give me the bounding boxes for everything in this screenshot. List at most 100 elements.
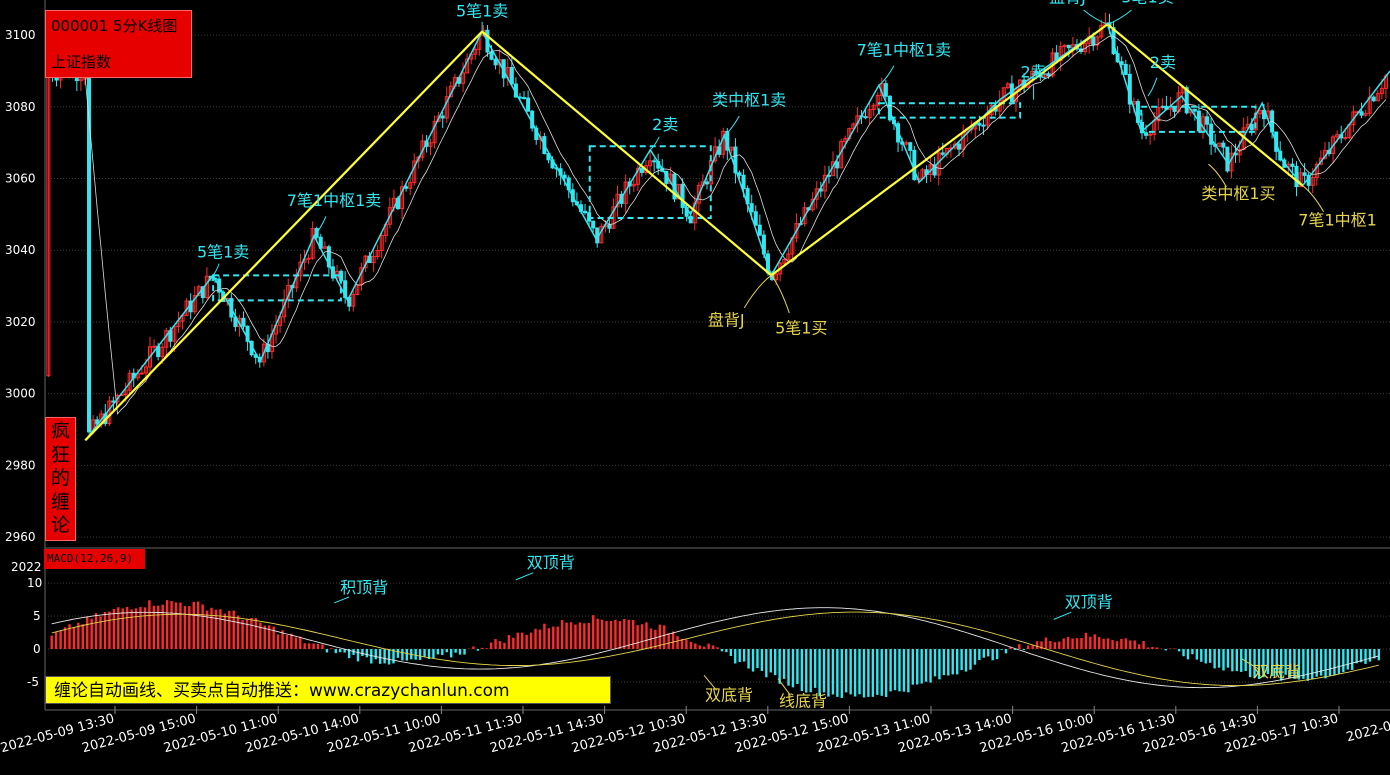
macd-histogram-bar xyxy=(938,649,941,680)
macd-histogram-bar xyxy=(196,601,200,650)
annotation-label: 5笔1卖 xyxy=(456,2,508,21)
macd-histogram-bar xyxy=(787,649,790,686)
candle-body xyxy=(957,143,962,150)
macd-histogram-bar xyxy=(241,620,244,650)
macd-histogram-bar xyxy=(414,649,417,660)
candle-body xyxy=(1221,142,1226,148)
macd-histogram-bar xyxy=(1213,649,1216,669)
macd-histogram-bar xyxy=(1071,638,1074,650)
macd-histogram-bar xyxy=(898,649,901,692)
macd-histogram-bar xyxy=(223,613,227,650)
macd-histogram-bar xyxy=(1186,649,1190,660)
macd-histogram-bar xyxy=(796,649,799,684)
macd-histogram-bar xyxy=(294,637,298,650)
side-logo-label: 疯狂的缠论 xyxy=(45,417,76,541)
macd-tick-label: 5 xyxy=(33,609,41,623)
macd-histogram-bar xyxy=(401,649,404,661)
candle-body xyxy=(1091,36,1096,46)
macd-histogram-bar xyxy=(1342,649,1345,673)
macd-histogram-bar xyxy=(1000,649,1003,650)
macd-histogram-bar xyxy=(165,600,169,650)
candle-body xyxy=(863,116,868,119)
macd-histogram-bar xyxy=(760,649,764,671)
macd-histogram-bar xyxy=(765,649,768,678)
macd-histogram-bar xyxy=(556,626,559,650)
candle-body xyxy=(241,317,246,327)
macd-histogram-bar xyxy=(378,649,382,664)
macd-histogram-bar xyxy=(1173,648,1176,650)
macd-histogram-bar xyxy=(1204,649,1207,664)
macd-annotation-label: 双顶背 xyxy=(1065,592,1113,611)
candle-body xyxy=(1359,111,1364,116)
candle-body xyxy=(737,172,742,176)
macd-histogram-bar xyxy=(1195,649,1199,660)
annotation-label: 7笔1中枢1卖 xyxy=(287,191,382,210)
macd-histogram-bar xyxy=(729,649,733,657)
macd-histogram-bar xyxy=(489,642,493,650)
macd-histogram-bar xyxy=(1084,632,1088,650)
macd-histogram-bar xyxy=(1080,638,1083,650)
macd-histogram-bar xyxy=(449,649,453,658)
macd-histogram-bar xyxy=(59,630,62,650)
macd-histogram-bar xyxy=(876,649,879,695)
annotation-label: 2卖 xyxy=(652,115,678,134)
annotation-label: 类中枢1卖 xyxy=(712,90,786,109)
macd-histogram-bar xyxy=(387,649,391,665)
macd-histogram-bar xyxy=(867,649,870,697)
macd-histogram-bar xyxy=(1075,638,1079,650)
macd-annotation-label: 双底背 xyxy=(705,685,753,704)
macd-histogram-bar xyxy=(498,641,502,650)
macd-histogram-bar xyxy=(964,649,968,672)
annotation-label: 7笔1中枢1 xyxy=(1298,211,1377,230)
macd-histogram-bar xyxy=(1137,644,1141,650)
macd-histogram-bar xyxy=(272,626,275,650)
macd-histogram-bar xyxy=(805,649,808,693)
macd-histogram-bar xyxy=(858,649,861,695)
macd-histogram-bar xyxy=(472,646,475,650)
macd-histogram-bar xyxy=(667,633,670,650)
chart-window: 3100 3080 3060 3040 3020 3000 2980 2960 10 5 0 -5 20… xyxy=(0,0,1390,775)
macd-histogram-bar xyxy=(148,600,151,650)
macd-histogram-bar xyxy=(929,649,932,683)
macd-histogram-bar xyxy=(72,627,76,650)
annotation-arrow xyxy=(1107,9,1132,25)
candle-body xyxy=(440,115,445,119)
macd-histogram-bar xyxy=(1089,636,1092,650)
macd-histogram-bar xyxy=(259,622,262,650)
candle-body xyxy=(1066,44,1071,49)
macd-histogram-bar xyxy=(405,649,409,661)
macd-histogram-bar xyxy=(436,649,440,655)
macd-histogram-bar xyxy=(960,649,963,671)
candle-body xyxy=(1225,146,1230,172)
macd-histogram-bar xyxy=(210,607,213,650)
macd-histogram-bar xyxy=(725,649,728,653)
macd-histogram-bar xyxy=(636,625,639,650)
candle-body xyxy=(489,51,494,60)
promo-banner[interactable]: 缠论自动画线、买卖点自动推送：www.crazychanlun.com xyxy=(45,676,611,704)
macd-histogram-bar xyxy=(1235,649,1239,672)
macd-histogram-bar xyxy=(236,615,240,650)
macd-histogram-bar xyxy=(889,649,892,692)
macd-histogram-bar xyxy=(702,646,706,650)
macd-histogram-bar xyxy=(63,627,67,650)
macd-histogram-bar xyxy=(1231,649,1234,672)
macd-histogram-bar xyxy=(663,625,666,650)
macd-histogram-bar xyxy=(1004,649,1008,654)
macd-histogram-bar xyxy=(516,632,519,650)
macd-histogram-bar xyxy=(134,608,138,650)
candle-body xyxy=(753,211,758,226)
macd-histogram-bar xyxy=(1169,648,1172,650)
candle-body xyxy=(835,161,840,169)
macd-histogram-bar xyxy=(831,649,835,695)
macd-histogram-bar xyxy=(791,649,795,688)
macd-histogram-bar xyxy=(1018,644,1021,650)
macd-histogram-bar xyxy=(711,645,715,650)
macd-histogram-bar xyxy=(738,649,741,663)
macd-histogram-bar xyxy=(445,649,448,653)
macd-histogram-bar xyxy=(1177,649,1181,652)
macd-histogram-bar xyxy=(1346,649,1349,670)
annotation-arrow xyxy=(649,136,660,151)
macd-histogram-bar xyxy=(871,649,875,697)
macd-histogram-bar xyxy=(800,649,804,692)
macd-histogram-bar xyxy=(969,649,972,670)
